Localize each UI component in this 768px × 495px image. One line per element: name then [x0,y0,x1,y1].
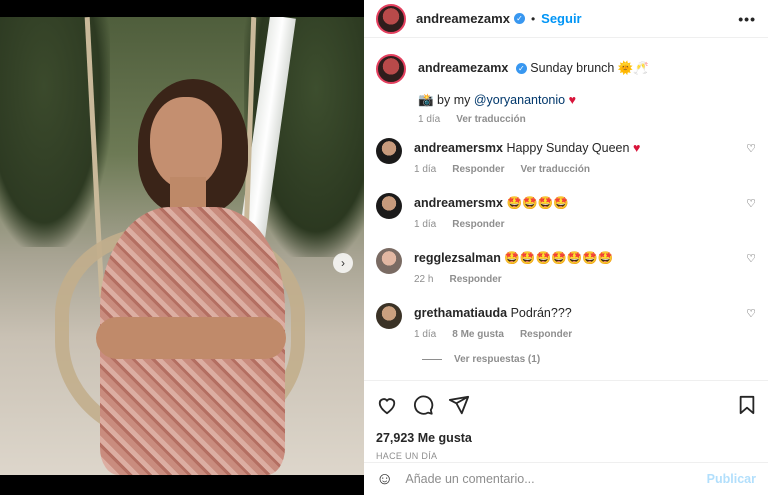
likes-count[interactable]: 27,923 Me gusta [376,431,756,445]
post-header: andreamezamx ✓ • Seguir ••• [364,0,768,38]
separator: • [530,11,536,26]
translate-link[interactable]: Ver traducción [520,164,589,175]
comment-body: Podrán??? [510,306,572,320]
credit-handle[interactable]: @yoryanantonio [474,93,565,107]
caption-line: andreamezamx ✓ Sunday brunch 🌞🥂 [418,60,756,76]
person-arm [96,317,286,359]
reply-button[interactable]: Responder [452,219,504,230]
comment-text: andreamersmx 🤩🤩🤩🤩 [414,195,756,211]
comment-username[interactable]: andreamersmx [414,196,503,210]
emoji-icon[interactable]: ☺ [376,469,393,489]
comment-meta: 22 h Responder [414,274,756,285]
username[interactable]: andreamezamx [416,11,510,26]
comment-item: grethamatiauda Podrán??? 1 día 8 Me gust… [364,303,768,340]
heart-emoji: ♥ [632,141,641,155]
comment-time: 1 día [414,164,437,175]
comment-text: regglezsalman 🤩🤩🤩🤩🤩🤩🤩 [414,250,756,266]
avatar[interactable] [376,303,402,329]
comment-body: 🤩🤩🤩🤩 [506,196,569,210]
likes-count[interactable]: 8 Me gusta [452,329,504,340]
view-replies[interactable]: Ver respuestas (1) [422,354,540,365]
more-options-icon[interactable]: ••• [738,11,756,27]
person-face [150,97,222,189]
post-photo[interactable]: › [0,17,364,475]
heart-icon[interactable]: ♡ [746,142,756,155]
verified-icon: ✓ [513,13,525,24]
avatar[interactable] [376,3,406,34]
comment-meta: 1 día 8 Me gusta Responder [414,329,756,340]
reply-button[interactable]: Responder [449,274,501,285]
view-replies-label[interactable]: Ver respuestas (1) [454,354,540,365]
heart-icon[interactable]: ♡ [746,197,756,210]
comment-body: 🤩🤩🤩🤩🤩🤩🤩 [504,251,614,265]
heart-icon[interactable] [376,395,398,415]
replies-divider [422,359,442,360]
heart-icon[interactable]: ♡ [746,252,756,265]
caption-credit: 📸 by my @yoryanantonio ♥ [418,92,756,108]
comments-list: andreamezamx ✓ Sunday brunch 🌞🥂 📸 by my … [364,52,768,378]
comment-username[interactable]: grethamatiauda [414,306,507,320]
post-sidebar: andreamezamx ✓ • Seguir ••• andreamezamx… [364,0,768,495]
comment-text: andreamersmx Happy Sunday Queen ♥ [414,140,756,156]
next-arrow-icon[interactable]: › [333,253,353,273]
heart-emoji: ♥ [568,93,576,107]
verified-icon: ✓ [515,63,527,75]
comment-time: 1 día [414,329,437,340]
comment-meta: 1 día Responder Ver traducción [414,164,756,175]
avatar[interactable] [376,54,406,84]
comment-meta: 1 día Responder [414,219,756,230]
follow-button[interactable]: Seguir [541,11,581,26]
caption: andreamezamx ✓ Sunday brunch 🌞🥂 📸 by my … [364,54,768,125]
comment-text: grethamatiauda Podrán??? [414,305,756,321]
comment-time: 1 día [414,219,437,230]
comment-item: andreamersmx Happy Sunday Queen ♥ 1 día … [364,138,768,175]
share-icon[interactable] [448,394,470,416]
avatar[interactable] [376,248,402,274]
comment-time: 22 h [414,274,434,285]
action-bar [376,389,756,421]
caption-text: Sunday brunch 🌞🥂 [530,61,649,75]
avatar[interactable] [376,193,402,219]
comment-icon[interactable] [412,394,434,416]
avatar[interactable] [376,138,402,164]
credit-prefix: 📸 by my [418,93,471,107]
reply-button[interactable]: Responder [520,329,572,340]
bookmark-icon[interactable] [738,395,756,415]
comment-bar: ☺ Publicar [364,462,768,495]
comment-username[interactable]: andreamersmx [414,141,503,155]
time-ago: HACE UN DÍA [376,451,438,461]
translate-link[interactable]: Ver traducción [456,114,525,125]
comment-item: regglezsalman 🤩🤩🤩🤩🤩🤩🤩 22 h Responder ♡ [364,248,768,285]
comment-input[interactable] [405,472,707,486]
caption-time: 1 día [418,114,441,125]
caption-username[interactable]: andreamezamx [418,61,508,75]
publish-button[interactable]: Publicar [707,472,756,486]
post-actions: 27,923 Me gusta HACE UN DÍA [364,380,768,461]
caption-meta: 1 día Ver traducción [418,114,756,125]
comment-item: andreamersmx 🤩🤩🤩🤩 1 día Responder ♡ [364,193,768,230]
reply-button[interactable]: Responder [452,164,504,175]
comment-username[interactable]: regglezsalman [414,251,501,265]
comment-body: Happy Sunday Queen [506,141,630,155]
heart-icon[interactable]: ♡ [746,307,756,320]
